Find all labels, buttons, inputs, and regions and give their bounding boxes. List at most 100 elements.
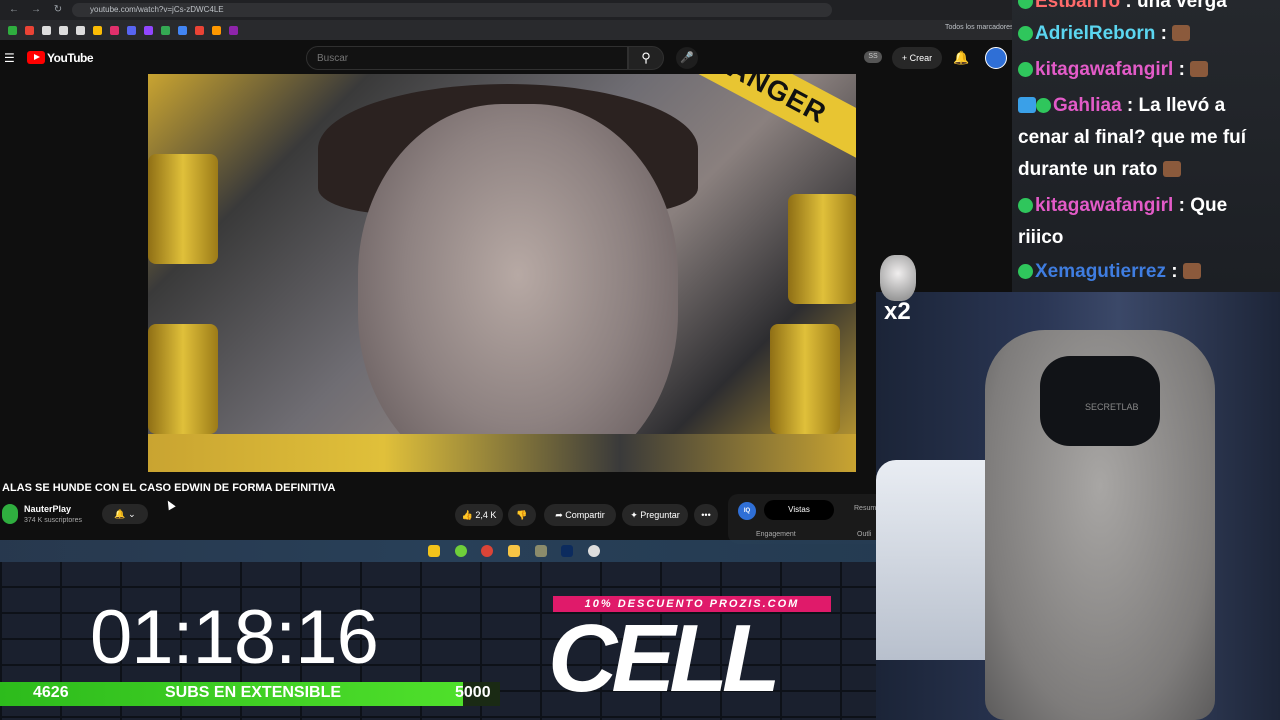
subscribe-bell-button[interactable]: 🔔 ⌄ xyxy=(102,504,148,524)
outline-label: Outli xyxy=(857,531,872,538)
menu-icon[interactable]: ☰ xyxy=(4,51,15,65)
like-button[interactable]: 👍 2,4 K xyxy=(455,504,503,526)
thumbs-down-icon: 👎 xyxy=(516,510,528,520)
multiplier-label: x2 xyxy=(884,298,911,325)
emote-icon xyxy=(1162,161,1181,177)
instagram-icon[interactable] xyxy=(110,25,119,35)
x-icon[interactable] xyxy=(42,25,51,35)
barrel-row-graphic xyxy=(148,434,856,472)
video-title: ALAS SE HUNDE CON EL CASO EDWIN DE FORMA… xyxy=(2,482,336,494)
search-input[interactable] xyxy=(306,46,628,70)
bell-icon: 🔔 xyxy=(114,509,126,519)
cube-badge-icon xyxy=(1018,97,1036,113)
bookmark-icon[interactable] xyxy=(161,25,170,35)
badge-icon xyxy=(1036,98,1051,113)
tab-vistas[interactable]: Vistas xyxy=(764,500,834,520)
photoshop-icon[interactable] xyxy=(561,545,573,557)
chat-username[interactable]: AdrielReborn xyxy=(1035,23,1155,44)
badge-icon xyxy=(1018,26,1033,41)
subscriber-count: 374 K suscriptores xyxy=(24,517,82,524)
forward-icon[interactable]: → xyxy=(30,4,42,16)
bookmark-icon[interactable] xyxy=(178,25,187,35)
chat-message: kitagawafangirl : Que riiico xyxy=(1018,190,1276,254)
tab-resum[interactable]: Resum xyxy=(854,505,876,512)
chat-text: : xyxy=(1173,59,1191,80)
chrome-icon[interactable] xyxy=(481,545,493,557)
emote-icon xyxy=(1172,25,1191,41)
address-bar[interactable]: youtube.com/watch?v=jCs-zDWC4LE xyxy=(72,3,832,17)
back-icon[interactable]: ← xyxy=(8,4,20,16)
chat-username[interactable]: Xemagutierrez xyxy=(1035,261,1166,282)
badge-icon xyxy=(1018,0,1033,9)
folder-icon[interactable] xyxy=(508,545,520,557)
app-icon[interactable] xyxy=(535,545,547,557)
cat-emote-icon xyxy=(880,255,916,301)
video-player[interactable]: DANGER xyxy=(148,74,856,472)
chat-username[interactable]: kitagawafangirl xyxy=(1035,59,1173,80)
microphone-icon[interactable]: 🎤 xyxy=(676,47,698,69)
sparkle-icon: ✦ xyxy=(630,510,638,520)
sub-goal-target: 5000 xyxy=(455,684,491,701)
chat-message: Xemagutierrez : xyxy=(1018,256,1276,288)
bookmarks-bar xyxy=(0,20,1012,40)
search-icon[interactable]: ⚲ xyxy=(628,46,664,70)
bookmarks-folder[interactable]: Todos los marcadores xyxy=(945,24,1013,31)
account-badge[interactable]: SS xyxy=(864,51,882,63)
bookmark-icon[interactable] xyxy=(8,25,17,35)
chat-text: : xyxy=(1165,261,1183,282)
channel-avatar[interactable] xyxy=(2,504,18,524)
app-icon[interactable] xyxy=(428,545,440,557)
chat-message: kitagawafangirl : xyxy=(1018,54,1276,86)
bookmark-icon[interactable] xyxy=(212,25,221,35)
bookmark-icon[interactable] xyxy=(195,25,204,35)
bookmark-icon[interactable] xyxy=(93,25,102,35)
sub-goal-current: 4626 xyxy=(33,684,69,701)
chair-headrest xyxy=(1040,356,1160,446)
discord-icon[interactable] xyxy=(127,25,136,35)
chat-username[interactable]: EstbanTo xyxy=(1035,0,1120,12)
gmail-icon[interactable] xyxy=(25,25,34,35)
youtube-logo-text[interactable]: YouTube xyxy=(47,51,94,65)
notifications-icon[interactable]: 🔔 xyxy=(953,50,969,66)
emote-icon xyxy=(1182,263,1201,279)
badge-icon xyxy=(1018,264,1033,279)
video-frame-face xyxy=(358,104,678,472)
reload-icon[interactable]: ↻ xyxy=(52,4,64,16)
chat-message: EstbanTo : una verga xyxy=(1018,0,1276,18)
app-icon[interactable] xyxy=(588,545,600,557)
thumbs-up-icon: 👍 xyxy=(461,510,473,520)
chat-message: Gahliaa : La llevó a cenar al final? que… xyxy=(1018,90,1276,186)
chat-username[interactable]: kitagawafangirl xyxy=(1035,195,1173,216)
chevron-down-icon: ⌄ xyxy=(128,509,136,519)
create-button[interactable]: + Crear xyxy=(892,47,942,69)
barrel-graphic xyxy=(148,154,218,264)
ask-button[interactable]: ✦ Preguntar xyxy=(622,504,688,526)
avatar[interactable] xyxy=(985,47,1007,69)
tiktok-icon[interactable] xyxy=(59,25,68,35)
dislike-button[interactable]: 👎 xyxy=(508,504,536,526)
taskbar xyxy=(0,540,880,562)
badge-icon xyxy=(1018,62,1033,77)
iq-icon[interactable]: IQ xyxy=(738,502,756,520)
engagement-label: Engagement xyxy=(756,531,796,538)
channel-name[interactable]: NauterPlay xyxy=(24,504,71,514)
chat-message: AdrielReborn : xyxy=(1018,18,1276,50)
share-button[interactable]: ➦ Compartir xyxy=(544,504,616,526)
bookmark-icon[interactable] xyxy=(229,25,238,35)
promo-name: CELL xyxy=(548,605,781,712)
sub-goal-label: SUBS EN EXTENSIBLE xyxy=(165,684,342,701)
chat-text: : una verga xyxy=(1120,0,1227,12)
barrel-graphic xyxy=(770,324,840,434)
share-icon: ➦ xyxy=(555,510,563,520)
emote-icon xyxy=(1190,61,1209,77)
spotify-icon[interactable] xyxy=(455,545,467,557)
more-button[interactable]: ••• xyxy=(694,504,718,526)
bookmark-icon[interactable] xyxy=(76,25,85,35)
stream-timer: 01:18:16 xyxy=(90,595,379,680)
chair-brand: SECRETLAB xyxy=(1085,402,1139,412)
barrel-graphic xyxy=(788,194,856,304)
youtube-logo-icon[interactable] xyxy=(27,51,45,64)
badge-icon xyxy=(1018,198,1033,213)
chat-username[interactable]: Gahliaa xyxy=(1053,95,1122,116)
twitch-icon[interactable] xyxy=(144,25,153,35)
